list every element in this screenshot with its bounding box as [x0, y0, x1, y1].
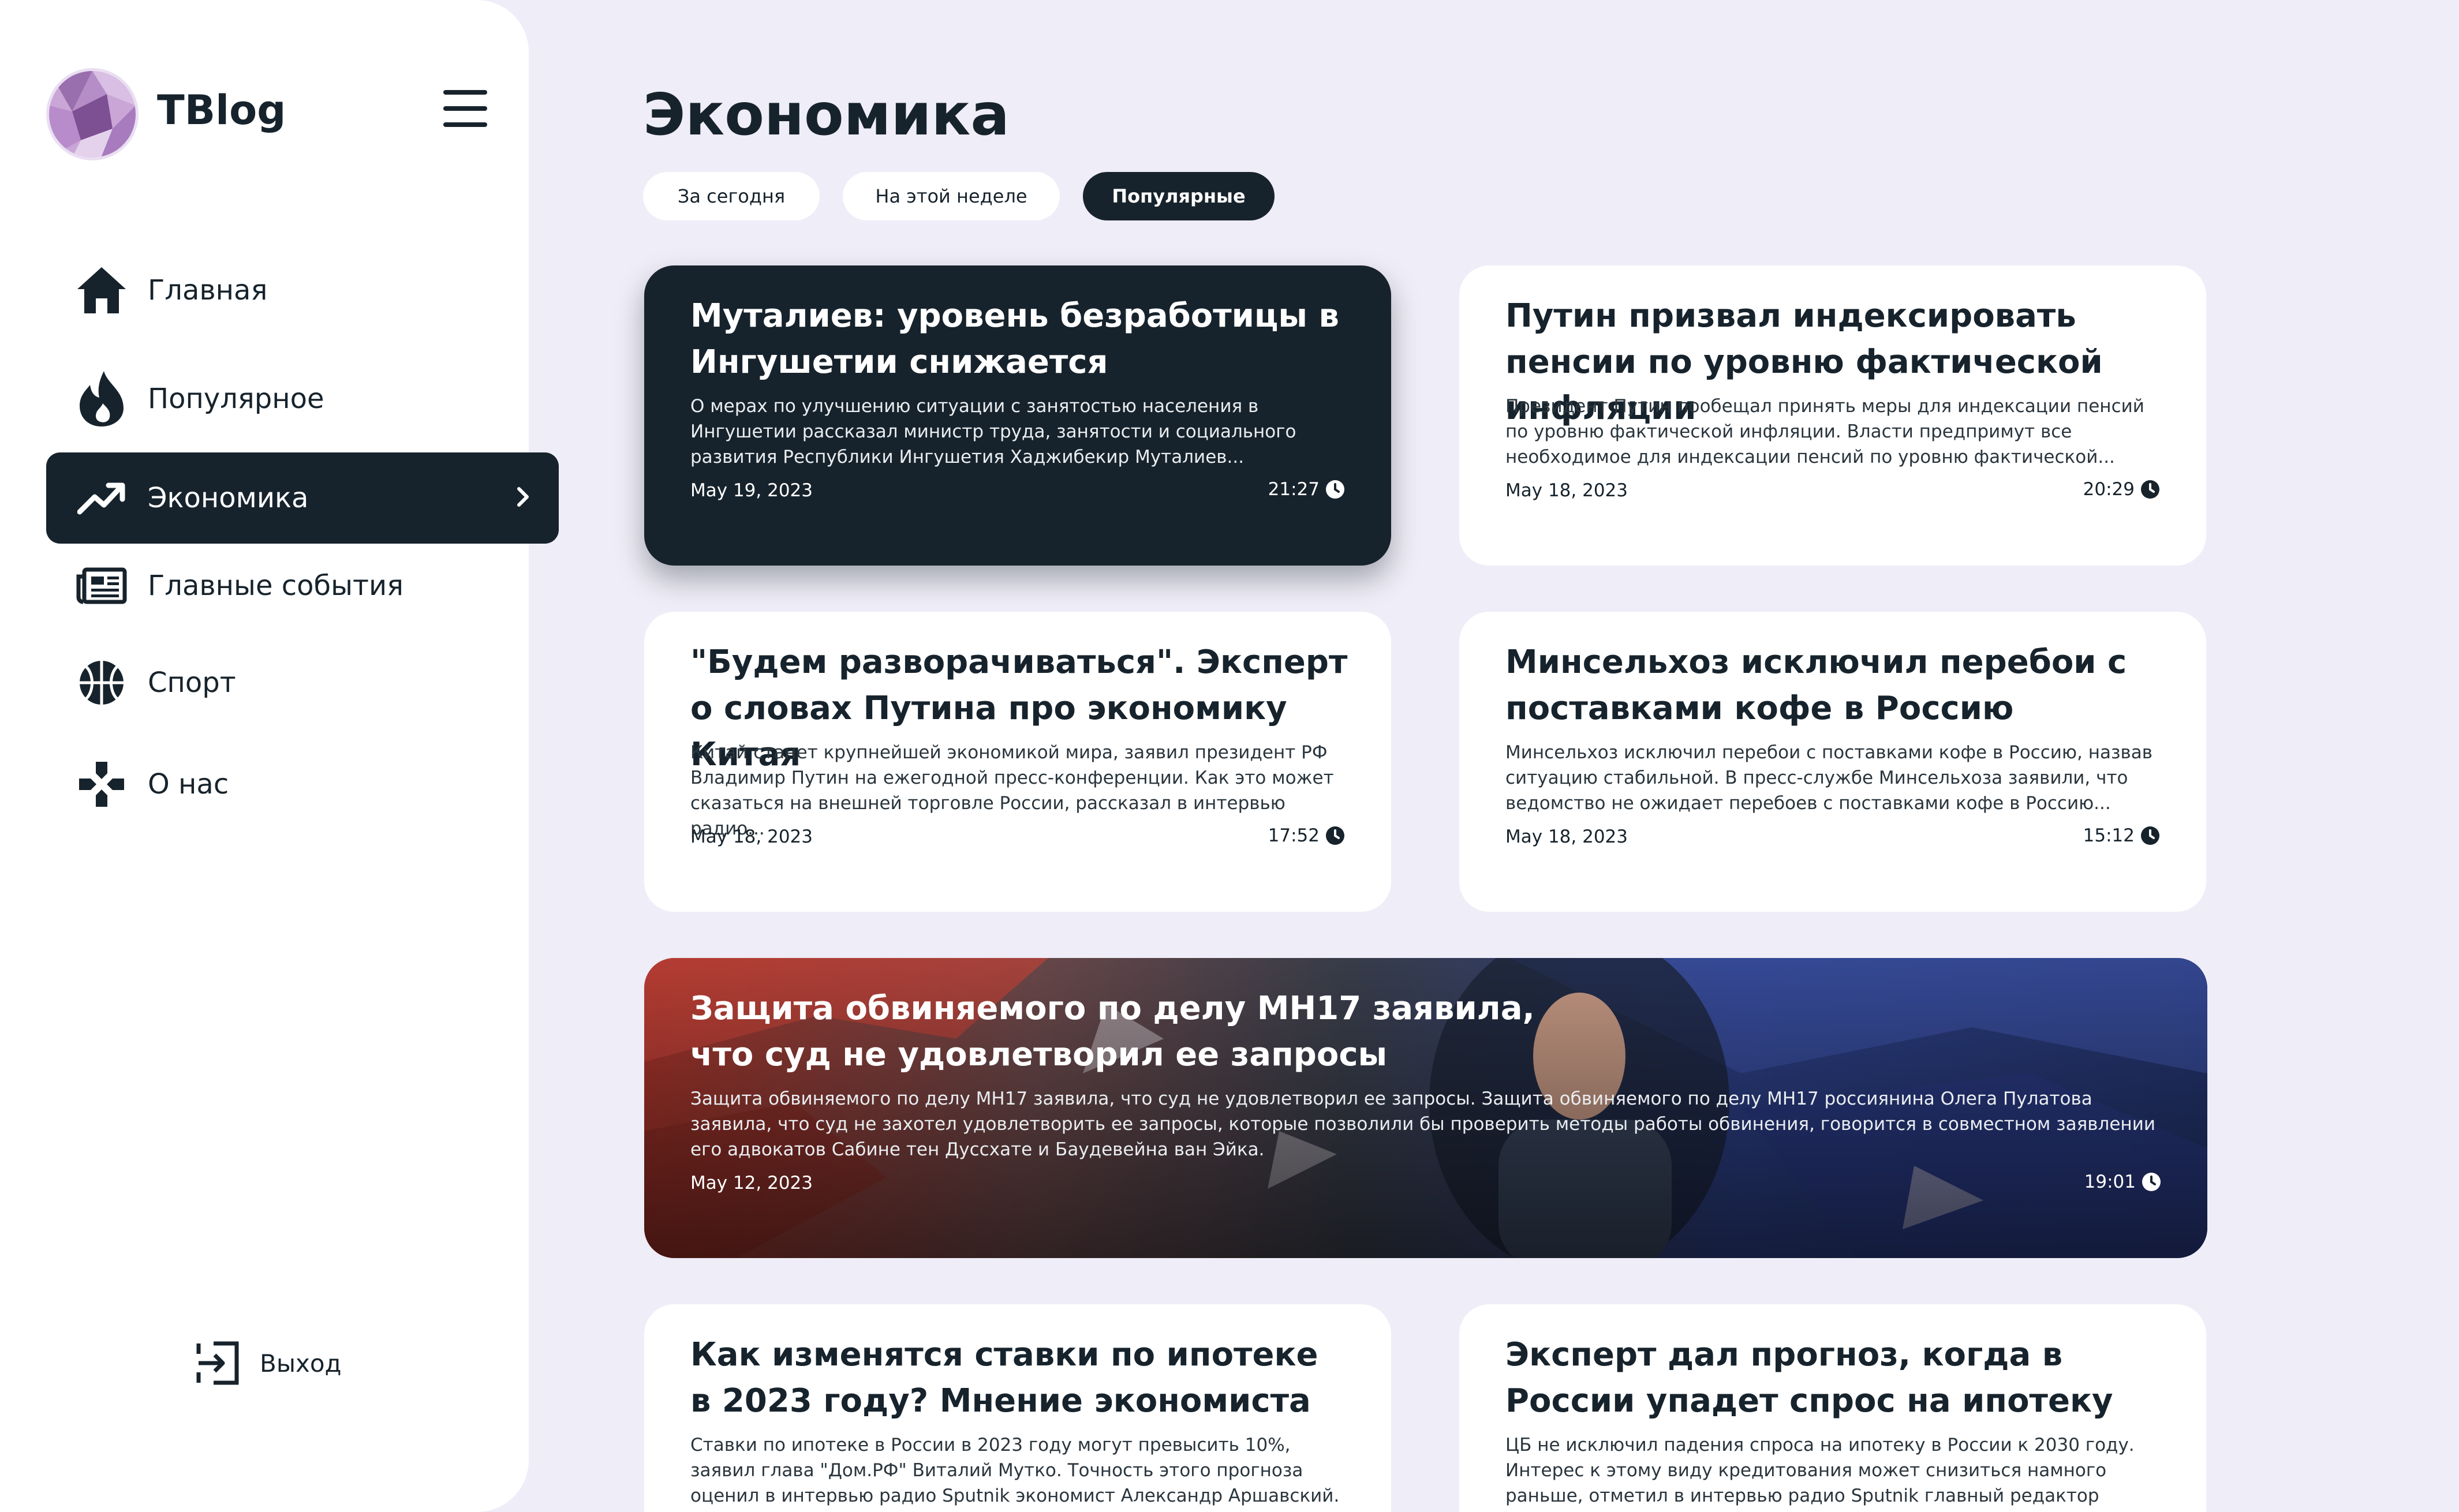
article-title: Эксперт дал прогноз, когда в России упад… [1505, 1336, 2113, 1420]
chevron-right-icon [516, 482, 530, 514]
article-date: May 18, 2023 [1505, 480, 1628, 501]
article-excerpt: Защита обвиняемого по делу MH17 заявила,… [690, 1088, 2155, 1160]
article-excerpt: О мерах по улучшению ситуации с занятост… [690, 396, 1296, 467]
article-excerpt: ЦБ не исключил падения спроса на ипотеку… [1505, 1435, 2135, 1512]
article-time-value: 17:52 [1268, 825, 1320, 846]
sidebar-item-label: Спорт [148, 667, 236, 699]
home-icon [74, 263, 129, 318]
gamepad-icon [74, 757, 129, 812]
article-time: 17:52 [1268, 825, 1345, 846]
clock-icon [2142, 1173, 2161, 1191]
sidebar-item-main-events[interactable]: Главные события [46, 540, 559, 631]
article-time: 20:29 [2083, 479, 2160, 500]
filter-this-week[interactable]: На этой неделе [843, 172, 1060, 220]
sidebar: TBlog Главная Популярное Экономика Главн… [0, 0, 559, 1512]
flame-icon [74, 371, 129, 426]
logout-icon [196, 1340, 241, 1386]
brand-name: TBlog [157, 87, 286, 134]
article-time: 19:01 [2084, 1172, 2161, 1192]
article-time-value: 20:29 [2083, 479, 2135, 500]
basketball-icon [74, 655, 129, 710]
article-title: Защита обвиняемого по делу MH17 заявила,… [690, 990, 1535, 1073]
article-card[interactable]: "Будем разворачиваться". Эксперт о слова… [644, 612, 1391, 912]
newspaper-icon [74, 558, 129, 613]
sidebar-item-label: Главные события [148, 570, 404, 602]
page-title: Экономика [643, 81, 1010, 148]
hamburger-icon-line [443, 90, 487, 95]
hamburger-icon-line [443, 106, 487, 111]
clock-icon [2141, 480, 2159, 499]
article-time-value: 15:12 [2083, 825, 2135, 846]
filter-popular[interactable]: Популярные [1083, 172, 1275, 220]
sidebar-item-home[interactable]: Главная [46, 245, 559, 336]
clock-icon [1326, 480, 1344, 499]
article-time: 21:27 [1268, 479, 1345, 500]
article-date: May 12, 2023 [690, 1173, 813, 1193]
article-excerpt: Минсельхоз исключил перебои с поставками… [1505, 742, 2152, 814]
article-card[interactable]: Эксперт дал прогноз, когда в России упад… [1459, 1304, 2206, 1512]
sidebar-item-label: Популярное [148, 383, 324, 415]
clock-icon [1326, 826, 1344, 845]
article-excerpt: Президент Путин пообещал принять меры дл… [1505, 396, 2144, 467]
article-title: Как изменятся ставки по ипотеке в 2023 г… [690, 1336, 1318, 1420]
sidebar-item-about[interactable]: О нас [46, 739, 559, 830]
trending-up-icon [74, 470, 129, 526]
sidebar-item-label: Экономика [148, 482, 309, 514]
clock-icon [2141, 826, 2159, 845]
logout-label: Выход [260, 1349, 342, 1378]
article-time-value: 21:27 [1268, 479, 1320, 500]
article-time: 15:12 [2083, 825, 2160, 846]
sidebar-item-economy[interactable]: Экономика [46, 452, 559, 544]
article-card[interactable]: Муталиев: уровень безработицы в Ингушети… [644, 265, 1391, 566]
article-date: May 19, 2023 [690, 480, 813, 501]
article-title: Муталиев: уровень безработицы в Ингушети… [690, 297, 1339, 381]
article-date: May 18, 2023 [690, 826, 813, 847]
article-title: Минсельхоз исключил перебои с поставками… [1505, 643, 2127, 727]
sidebar-item-label: Главная [148, 274, 268, 306]
article-card[interactable]: Минсельхоз исключил перебои с поставками… [1459, 612, 2206, 912]
logout-button[interactable]: Выход [196, 1340, 342, 1386]
article-card[interactable]: Как изменятся ставки по ипотеке в 2023 г… [644, 1304, 1391, 1512]
sidebar-item-label: О нас [148, 768, 229, 800]
article-time-value: 19:01 [2084, 1172, 2136, 1192]
filter-today[interactable]: За сегодня [643, 172, 820, 220]
hamburger-icon-line [443, 122, 487, 127]
menu-toggle-button[interactable] [443, 90, 487, 127]
article-excerpt: Ставки по ипотеке в России в 2023 году м… [690, 1435, 1340, 1506]
article-card[interactable]: Путин призвал индексировать пенсии по ур… [1459, 265, 2206, 566]
article-date: May 18, 2023 [1505, 826, 1628, 847]
article-card-featured[interactable]: Защита обвиняемого по делу MH17 заявила,… [644, 958, 2207, 1258]
sidebar-item-popular[interactable]: Популярное [46, 353, 559, 444]
logo[interactable] [46, 68, 139, 160]
sidebar-item-sport[interactable]: Спорт [46, 637, 559, 728]
